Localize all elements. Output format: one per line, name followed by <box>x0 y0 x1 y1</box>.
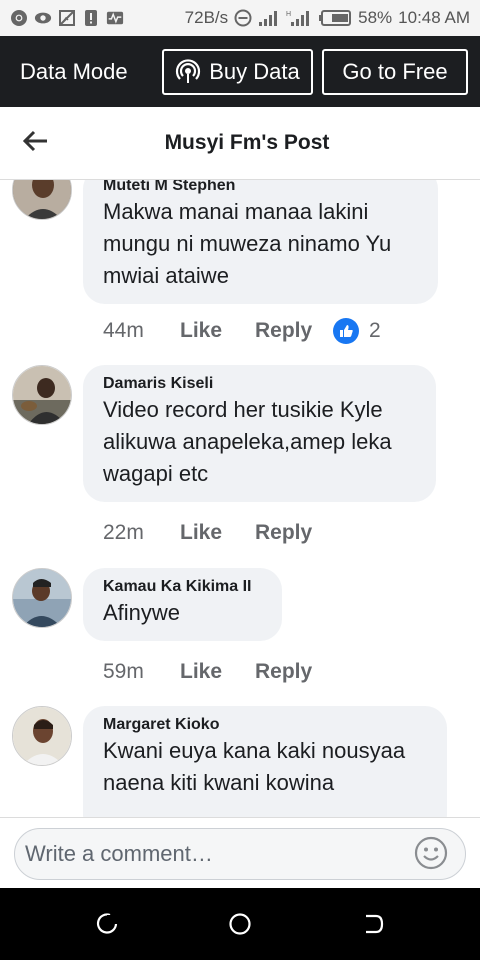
battery-icon <box>318 9 352 27</box>
comment-actions: 59m Like Reply <box>103 660 333 684</box>
network-speed: 72B/s <box>184 8 229 27</box>
comment-text: alikuwa anapeleka,amep leka <box>103 429 392 454</box>
comment-timestamp: 22m <box>103 521 144 544</box>
back-nav-icon <box>362 912 386 936</box>
comment-text: Afinywe <box>103 600 181 625</box>
comment-input[interactable] <box>14 828 466 880</box>
data-mode-label: Data Mode <box>20 58 128 84</box>
like-button[interactable]: Like <box>180 521 255 545</box>
avatar[interactable] <box>12 706 72 766</box>
emoji-icon <box>414 836 448 870</box>
comment-author[interactable]: Kamau Ka Kikima II <box>103 577 262 597</box>
home-icon <box>228 912 252 936</box>
home-button[interactable] <box>228 912 252 936</box>
comment-text: mungu ni muweza ninamo Yu <box>103 231 392 256</box>
comment-timestamp: 44m <box>103 319 144 342</box>
comment-actions: 44m Like Reply 2 <box>103 318 381 344</box>
comment-timestamp: 59m <box>103 660 144 683</box>
back-button[interactable] <box>22 127 50 155</box>
recents-button[interactable] <box>95 912 119 936</box>
reaction-summary[interactable]: 2 <box>333 318 381 344</box>
back-arrow-icon <box>23 130 49 152</box>
data-mode-banner: Data Mode Buy Data Go to Free <box>0 36 480 107</box>
avatar[interactable] <box>12 568 72 628</box>
chrome-icon <box>10 9 28 27</box>
comment-text: Kwani euya kana kaki nousyaa <box>103 738 406 763</box>
comment-bubble[interactable]: Muteti M Stephen Makwa manai manaa lakin… <box>83 180 438 304</box>
buy-data-button[interactable]: Buy Data <box>162 48 313 95</box>
comment-text: Video record her tusikie Kyle <box>103 397 383 422</box>
sim-icon <box>82 9 100 27</box>
comment-text: mwiai ataiwe <box>103 263 229 288</box>
post-header: Musyi Fm's Post <box>0 107 480 180</box>
comment-bubble[interactable]: Margaret Kioko Kwani euya kana kaki nous… <box>83 706 447 817</box>
comment-text: wagapi etc <box>103 461 209 486</box>
comment-composer <box>0 817 480 888</box>
buy-data-label: Buy Data <box>209 58 300 84</box>
go-to-free-button[interactable]: Go to Free <box>322 48 468 95</box>
avatar[interactable] <box>12 365 72 425</box>
like-button[interactable]: Like <box>180 660 255 684</box>
back-nav-button[interactable] <box>362 912 386 936</box>
battery-percent: 58% <box>358 8 393 27</box>
signal-icon <box>258 9 280 27</box>
comment-author[interactable]: Margaret Kioko <box>103 715 427 735</box>
comment-author[interactable]: Damaris Kiseli <box>103 374 416 394</box>
comment-list[interactable]: Muteti M Stephen Makwa manai manaa lakin… <box>0 180 480 817</box>
do-not-disturb-icon <box>234 9 252 27</box>
reply-button[interactable]: Reply <box>255 521 333 545</box>
go-to-free-label: Go to Free <box>342 58 448 84</box>
reply-button[interactable]: Reply <box>255 319 333 343</box>
clock: 10:48 AM <box>398 8 470 27</box>
recents-icon <box>95 912 119 936</box>
comment-actions: 22m Like Reply <box>103 521 333 545</box>
svg-text:H: H <box>286 11 291 18</box>
image-off-icon <box>58 9 76 27</box>
emoji-button[interactable] <box>414 836 450 872</box>
activity-icon <box>106 9 124 27</box>
comment-bubble[interactable]: Damaris Kiseli Video record her tusikie … <box>83 365 436 502</box>
comment-text: Makwa manai manaa lakini <box>103 199 369 224</box>
reaction-count: 2 <box>369 319 381 342</box>
status-system-icons: 72B/s H 58% 10:48 AM <box>185 8 470 28</box>
vpn-icon <box>34 9 52 27</box>
page-title: Musyi Fm's Post <box>164 131 330 154</box>
thumbs-up-icon <box>333 318 359 344</box>
comment-author[interactable]: Muteti M Stephen <box>103 180 418 196</box>
reply-button[interactable]: Reply <box>255 660 333 684</box>
system-navigation-bar <box>0 888 480 960</box>
comment-text: naena kiti kwani kowina <box>103 770 335 795</box>
avatar[interactable] <box>12 180 72 220</box>
status-bar: 72B/s H 58% 10:48 AM <box>0 0 480 36</box>
status-notification-icons <box>10 9 124 27</box>
comment-bubble[interactable]: Kamau Ka Kikima II Afinywe <box>83 568 282 641</box>
like-button[interactable]: Like <box>180 319 255 343</box>
signal-icon: H <box>286 9 312 27</box>
broadcast-icon <box>175 58 201 85</box>
